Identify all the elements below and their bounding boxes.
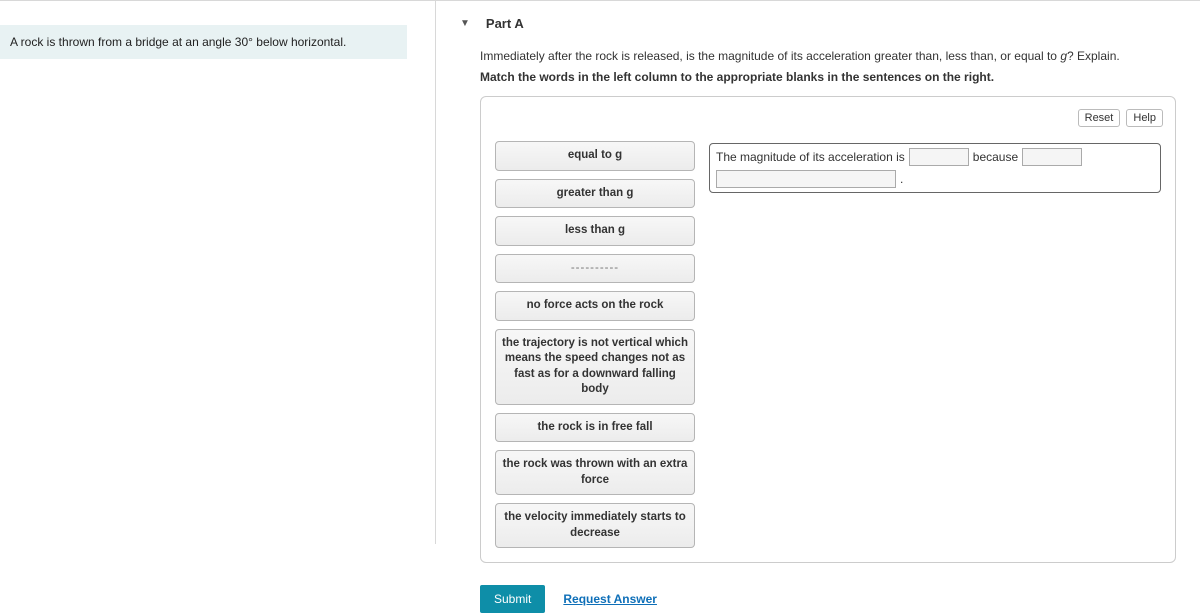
tile-label: the trajectory is not vertical which mea… — [502, 337, 688, 396]
part-label: Part A — [486, 16, 524, 31]
reset-button[interactable]: Reset — [1078, 109, 1121, 127]
problem-text: A rock is thrown from a bridge at an ang… — [10, 35, 346, 49]
tile-free-fall[interactable]: the rock is in free fall — [495, 413, 695, 443]
tile-trajectory-not-vertical[interactable]: the trajectory is not vertical which mea… — [495, 329, 695, 405]
problem-statement-column: A rock is thrown from a bridge at an ang… — [0, 1, 436, 544]
problem-statement: A rock is thrown from a bridge at an ang… — [0, 25, 407, 59]
tile-label: ---------- — [571, 262, 619, 274]
tile-extra-force[interactable]: the rock was thrown with an extra force — [495, 450, 695, 495]
sentence-target-column: The magnitude of its acceleration is bec… — [709, 141, 1161, 548]
part-area: ▼ Part A Immediately after the rock is r… — [436, 1, 1200, 544]
tile-label: the velocity immediately starts to decre… — [504, 511, 686, 539]
g-variable: g — [1060, 49, 1067, 63]
tile-label: the rock is in free fall — [537, 421, 652, 433]
action-row: Submit Request Answer — [480, 585, 1200, 613]
tile-no-force[interactable]: no force acts on the rock — [495, 291, 695, 321]
tile-label: no force acts on the rock — [527, 299, 664, 311]
sentence-target: The magnitude of its acceleration is bec… — [709, 143, 1161, 193]
tile-label: greater than g — [557, 187, 634, 199]
sentence-text-3: . — [900, 172, 903, 186]
drop-slot-2[interactable] — [1022, 148, 1082, 166]
drop-slot-3[interactable] — [716, 170, 896, 188]
help-button[interactable]: Help — [1126, 109, 1163, 127]
sentence-text-1: The magnitude of its acceleration is — [716, 150, 905, 164]
tile-label: equal to g — [568, 149, 622, 161]
question-area: Immediately after the rock is released, … — [436, 45, 1200, 575]
tile-less-than-g[interactable]: less than g — [495, 216, 695, 246]
source-tiles-column: equal to g greater than g less than g --… — [495, 141, 695, 548]
tile-label: less than g — [565, 224, 625, 236]
drop-slot-1[interactable] — [909, 148, 969, 166]
part-header[interactable]: ▼ Part A — [436, 1, 1200, 45]
question-post: ? Explain. — [1067, 49, 1120, 63]
submit-button[interactable]: Submit — [480, 585, 545, 613]
sentence-text-2: because — [973, 150, 1018, 164]
matching-instruction: Match the words in the left column to th… — [480, 70, 1176, 84]
tile-greater-than-g[interactable]: greater than g — [495, 179, 695, 209]
tile-equal-to-g[interactable]: equal to g — [495, 141, 695, 171]
tile-blank[interactable]: ---------- — [495, 254, 695, 284]
question-pre: Immediately after the rock is released, … — [480, 49, 1060, 63]
collapse-caret-icon[interactable]: ▼ — [460, 18, 470, 29]
tile-label: the rock was thrown with an extra force — [503, 458, 688, 486]
tile-velocity-decrease[interactable]: the velocity immediately starts to decre… — [495, 503, 695, 548]
matching-panel: Reset Help equal to g greater than g les… — [480, 96, 1176, 563]
question-text: Immediately after the rock is released, … — [480, 47, 1176, 66]
request-answer-link[interactable]: Request Answer — [563, 592, 657, 606]
